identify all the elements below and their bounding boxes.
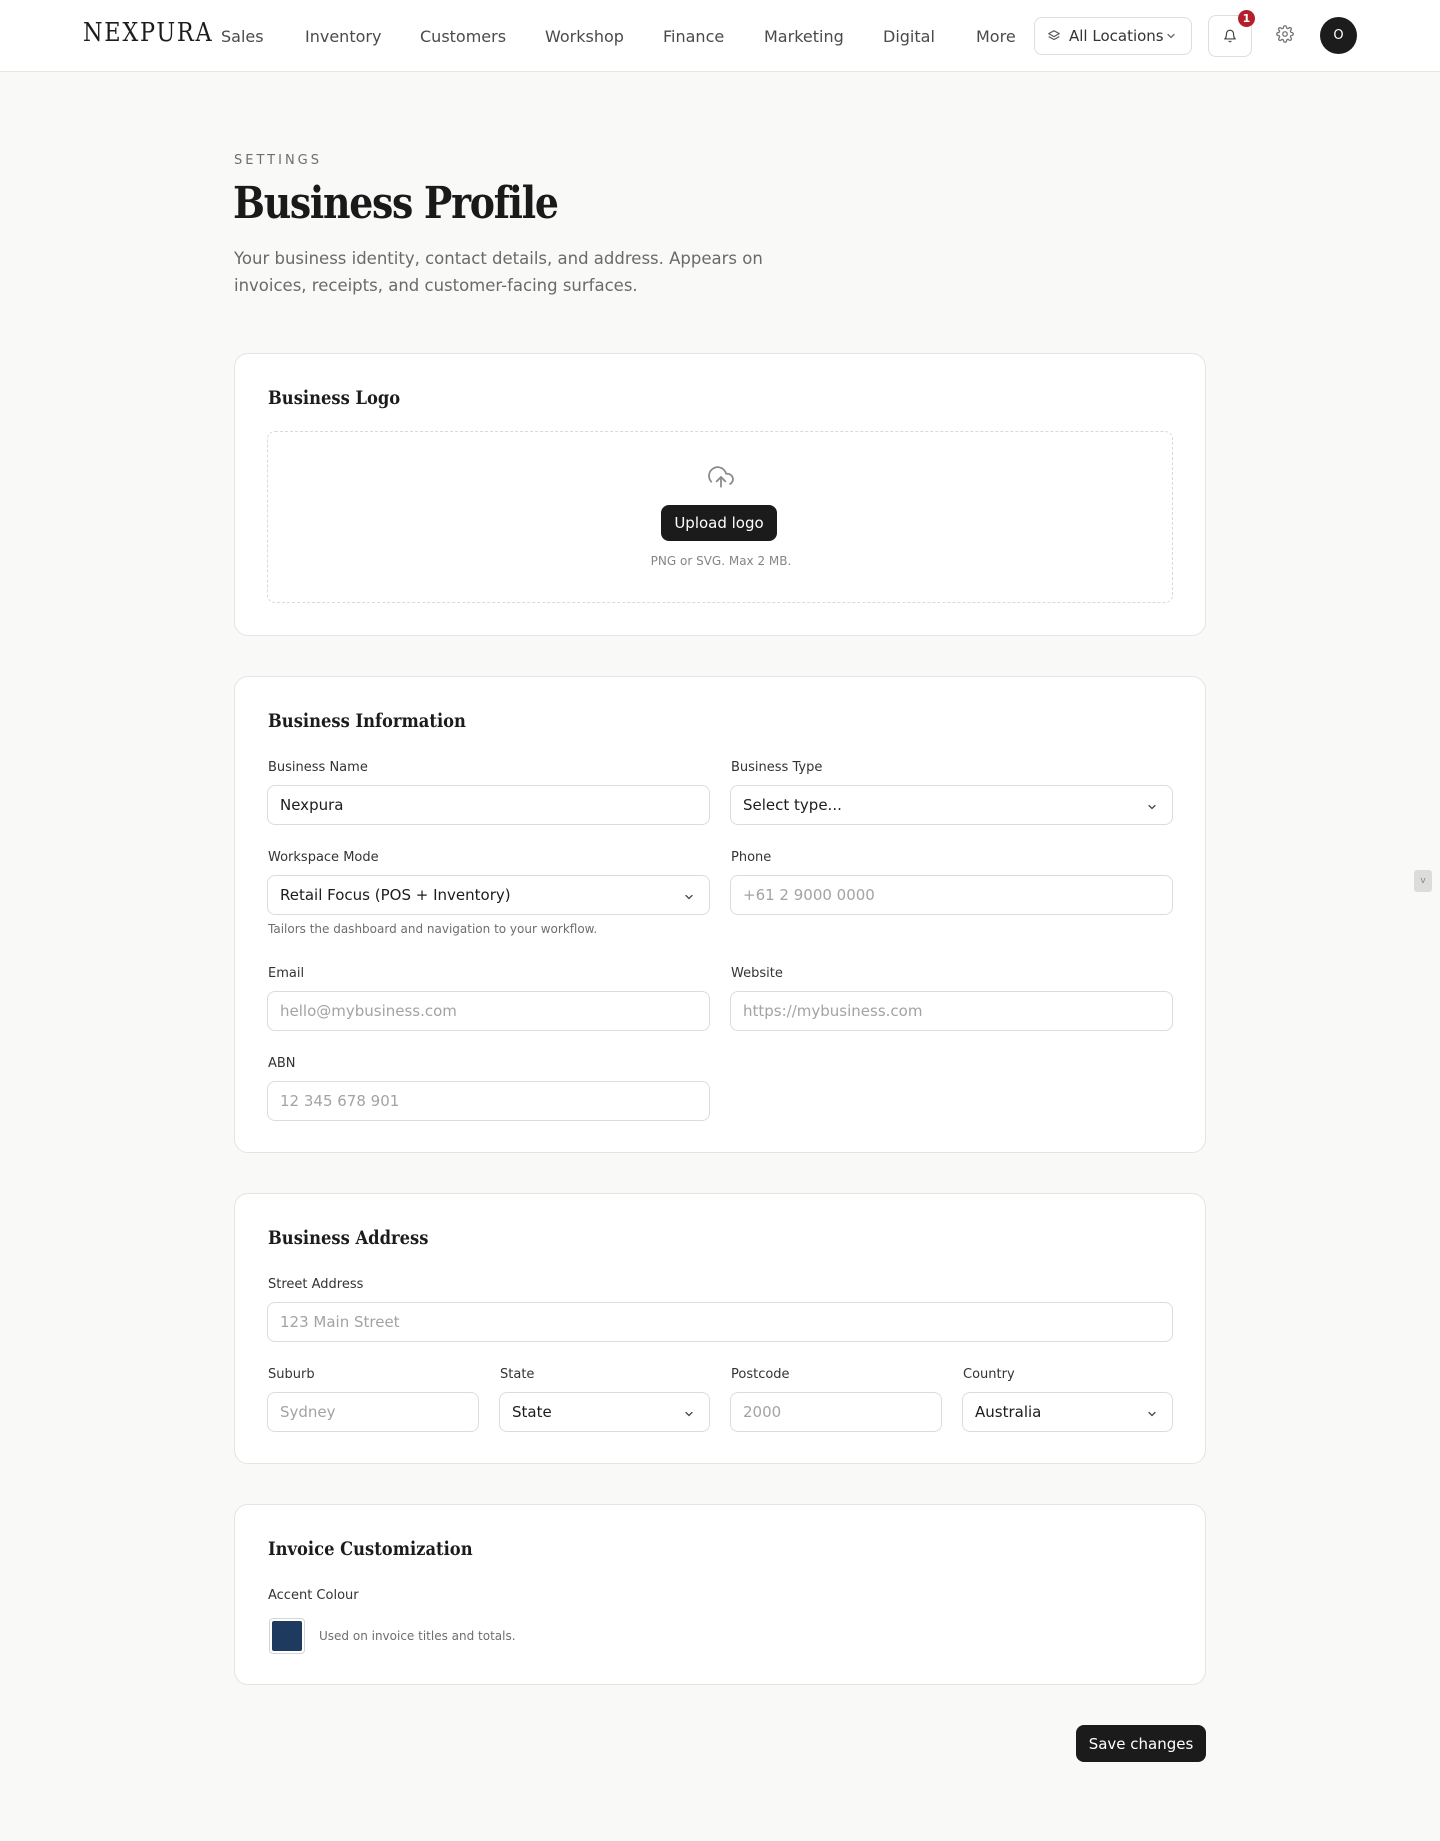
- save-changes-button[interactable]: Save changes: [1076, 1725, 1206, 1762]
- card-title: Business Information: [268, 710, 466, 732]
- nav-item-sales[interactable]: Sales: [221, 27, 264, 46]
- business-type-select[interactable]: Select type...: [730, 785, 1173, 825]
- workspace-mode-select[interactable]: Retail Focus (POS + Inventory): [267, 875, 710, 915]
- chevron-down-icon: [1148, 804, 1156, 810]
- page-description: Your business identity, contact details,…: [234, 249, 763, 295]
- country-select[interactable]: Australia: [962, 1392, 1173, 1432]
- workspace-mode-label: Workspace Mode: [268, 850, 379, 865]
- email-input[interactable]: [267, 991, 710, 1031]
- street-address-input[interactable]: [267, 1302, 1173, 1342]
- card-title: Business Logo: [268, 387, 401, 409]
- chevron-down-icon: [1148, 1411, 1156, 1417]
- top-navigation-bar: NEXPURA Sales Inventory Customers Worksh…: [0, 0, 1440, 72]
- street-address-label: Street Address: [268, 1277, 364, 1292]
- nav-item-workshop[interactable]: Workshop: [545, 27, 624, 46]
- side-collapse-handle[interactable]: v: [1414, 870, 1432, 892]
- suburb-label: Suburb: [268, 1367, 315, 1382]
- workspace-mode-helper: Tailors the dashboard and navigation to …: [268, 922, 598, 936]
- accent-colour-swatch: [272, 1621, 302, 1651]
- bell-icon: [1224, 29, 1236, 43]
- invoice-customization-card: Invoice Customization Accent Colour Used…: [234, 1504, 1206, 1685]
- gear-icon: [1276, 25, 1294, 43]
- country-label: Country: [963, 1367, 1015, 1382]
- location-selector-label: All Locations: [1069, 27, 1164, 45]
- chevron-down-icon: [685, 894, 693, 900]
- page-title: Business Profile: [233, 178, 559, 229]
- upload-logo-button[interactable]: Upload logo: [661, 505, 777, 541]
- nav-item-finance[interactable]: Finance: [663, 27, 724, 46]
- business-type-label: Business Type: [731, 760, 823, 775]
- business-type-value: Select type...: [743, 796, 842, 814]
- business-logo-card: Business Logo Upload logo PNG or SVG. Ma…: [234, 353, 1206, 636]
- accent-colour-label: Accent Colour: [268, 1588, 359, 1603]
- accent-colour-helper: Used on invoice titles and totals.: [319, 1629, 516, 1643]
- workspace-mode-value: Retail Focus (POS + Inventory): [280, 886, 511, 904]
- user-avatar[interactable]: O: [1320, 17, 1357, 54]
- business-name-label: Business Name: [268, 760, 368, 775]
- nav-item-inventory[interactable]: Inventory: [305, 27, 381, 46]
- business-address-card: Business Address Street Address Suburb S…: [234, 1193, 1206, 1464]
- state-value: State: [512, 1403, 552, 1421]
- layers-icon: [1048, 30, 1060, 41]
- page-eyebrow: SETTINGS: [234, 153, 323, 168]
- nav-item-more[interactable]: More: [976, 27, 1016, 46]
- email-label: Email: [268, 966, 305, 981]
- abn-label: ABN: [268, 1056, 296, 1071]
- nav-item-customers[interactable]: Customers: [420, 27, 506, 46]
- country-value: Australia: [975, 1403, 1042, 1421]
- business-name-input[interactable]: [267, 785, 710, 825]
- nav-item-marketing[interactable]: Marketing: [764, 27, 844, 46]
- chevron-down-icon: [685, 1411, 693, 1417]
- business-information-card: Business Information Business Name Busin…: [234, 676, 1206, 1153]
- card-title: Business Address: [268, 1227, 429, 1249]
- phone-input[interactable]: [730, 875, 1173, 915]
- cloud-upload-icon: [708, 466, 734, 488]
- website-input[interactable]: [730, 991, 1173, 1031]
- settings-button[interactable]: [1276, 25, 1296, 45]
- phone-label: Phone: [731, 850, 772, 865]
- suburb-input[interactable]: [267, 1392, 479, 1432]
- state-label: State: [500, 1367, 535, 1382]
- accent-colour-picker[interactable]: [269, 1618, 305, 1654]
- notification-count-badge: 1: [1238, 10, 1255, 27]
- state-select[interactable]: State: [499, 1392, 710, 1432]
- nav-item-digital[interactable]: Digital: [883, 27, 935, 46]
- postcode-input[interactable]: [730, 1392, 942, 1432]
- logo-dropzone[interactable]: Upload logo PNG or SVG. Max 2 MB.: [267, 431, 1173, 603]
- website-label: Website: [731, 966, 783, 981]
- card-title: Invoice Customization: [268, 1538, 473, 1560]
- location-selector[interactable]: All Locations: [1034, 17, 1192, 55]
- postcode-label: Postcode: [731, 1367, 790, 1382]
- brand-logo[interactable]: NEXPURA: [83, 18, 213, 48]
- upload-hint: PNG or SVG. Max 2 MB.: [650, 554, 792, 568]
- abn-input[interactable]: [267, 1081, 710, 1121]
- chevron-down-icon: [1167, 33, 1175, 39]
